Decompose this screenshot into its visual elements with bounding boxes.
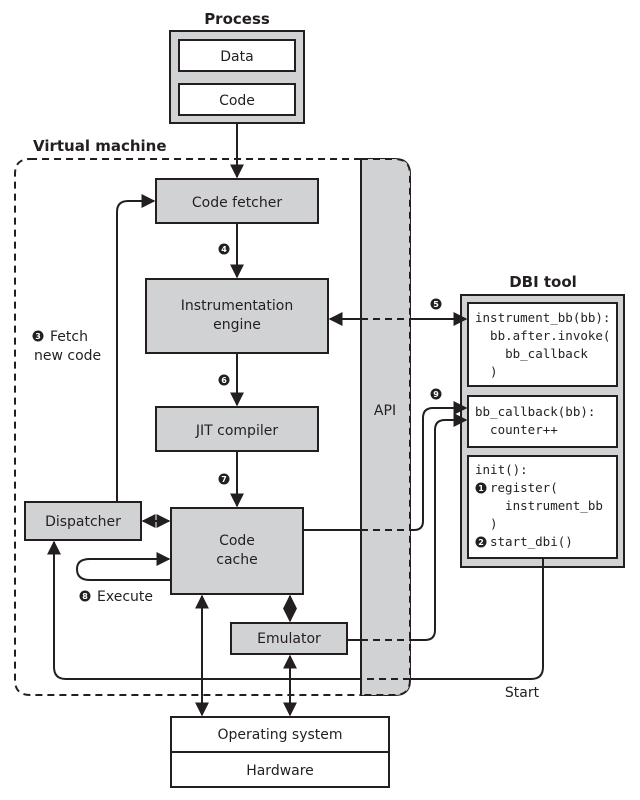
instrument-code-line-4: ) (475, 364, 498, 379)
init-code-line-2: register( (490, 480, 558, 495)
code-cache-label-1: Code (219, 533, 255, 549)
jit-compiler-label: JIT compiler (195, 423, 278, 439)
step-7-badge: 7 (218, 473, 230, 485)
hardware-label: Hardware (246, 763, 314, 779)
start-label: Start (505, 685, 540, 701)
init-code-line-3: instrument_bb (490, 498, 603, 513)
svg-text:9: 9 (433, 390, 439, 399)
step-8-label: Execute (97, 589, 153, 605)
instrumentation-engine-label-2: engine (213, 317, 261, 333)
os-label: Operating system (217, 727, 342, 743)
step-2-badge: 2 (475, 536, 487, 548)
arrow-execute-loop (75, 552, 171, 581)
step-9-badge: 9 (430, 388, 442, 400)
step-5-badge: 5 (430, 298, 442, 310)
step-3-badge: 3 (32, 330, 44, 342)
instrumentation-engine-label-1: Instrumentation (181, 298, 293, 314)
init-code-line-4: ) (475, 516, 498, 531)
dbi-architecture-diagram: Process Data Code Virtual machine API Co… (14, 10, 625, 788)
process-data-label: Data (220, 49, 253, 65)
svg-text:2: 2 (478, 538, 484, 547)
svg-text:6: 6 (221, 376, 227, 385)
instrument-code-line-3: bb_callback (475, 346, 588, 361)
start-line-right (410, 558, 544, 680)
svg-text:5: 5 (433, 300, 439, 309)
callback-code-line-1: bb_callback(bb): (475, 404, 595, 419)
step-4-badge: 4 (218, 243, 230, 255)
step-3-label-1: Fetch (50, 329, 88, 345)
svg-text:3: 3 (35, 332, 41, 341)
svg-text:4: 4 (221, 245, 227, 254)
dispatcher-label: Dispatcher (45, 514, 121, 530)
svg-text:7: 7 (221, 475, 227, 484)
step-1-badge: 1 (475, 482, 487, 494)
init-code-line-5: start_dbi() (490, 534, 573, 549)
code-fetcher-label: Code fetcher (192, 195, 283, 211)
code-cache-box (170, 507, 304, 595)
init-code-line-1: init(): (475, 462, 528, 477)
step-8-badge: 8 (79, 590, 91, 602)
api-column (361, 159, 410, 695)
vm-title: Virtual machine (33, 137, 167, 155)
step-6-badge: 6 (218, 374, 230, 386)
instrument-code-line-2: bb.after.invoke( (475, 328, 610, 343)
svg-text:1: 1 (478, 484, 484, 493)
instrument-code-line-1: instrument_bb(bb): (475, 310, 610, 325)
instrumentation-engine-box (145, 278, 329, 354)
callback-code-line-2: counter++ (475, 422, 558, 437)
api-label: API (374, 403, 396, 419)
step-3-label-2: new code (34, 348, 101, 364)
emulator-label: Emulator (257, 631, 321, 647)
svg-text:8: 8 (82, 592, 88, 601)
arrow-cache-to-callback (410, 401, 468, 531)
dbi-tool-title: DBI tool (509, 273, 577, 291)
process-title: Process (204, 10, 270, 28)
process-code-label: Code (219, 93, 255, 109)
code-cache-label-2: cache (216, 552, 257, 568)
